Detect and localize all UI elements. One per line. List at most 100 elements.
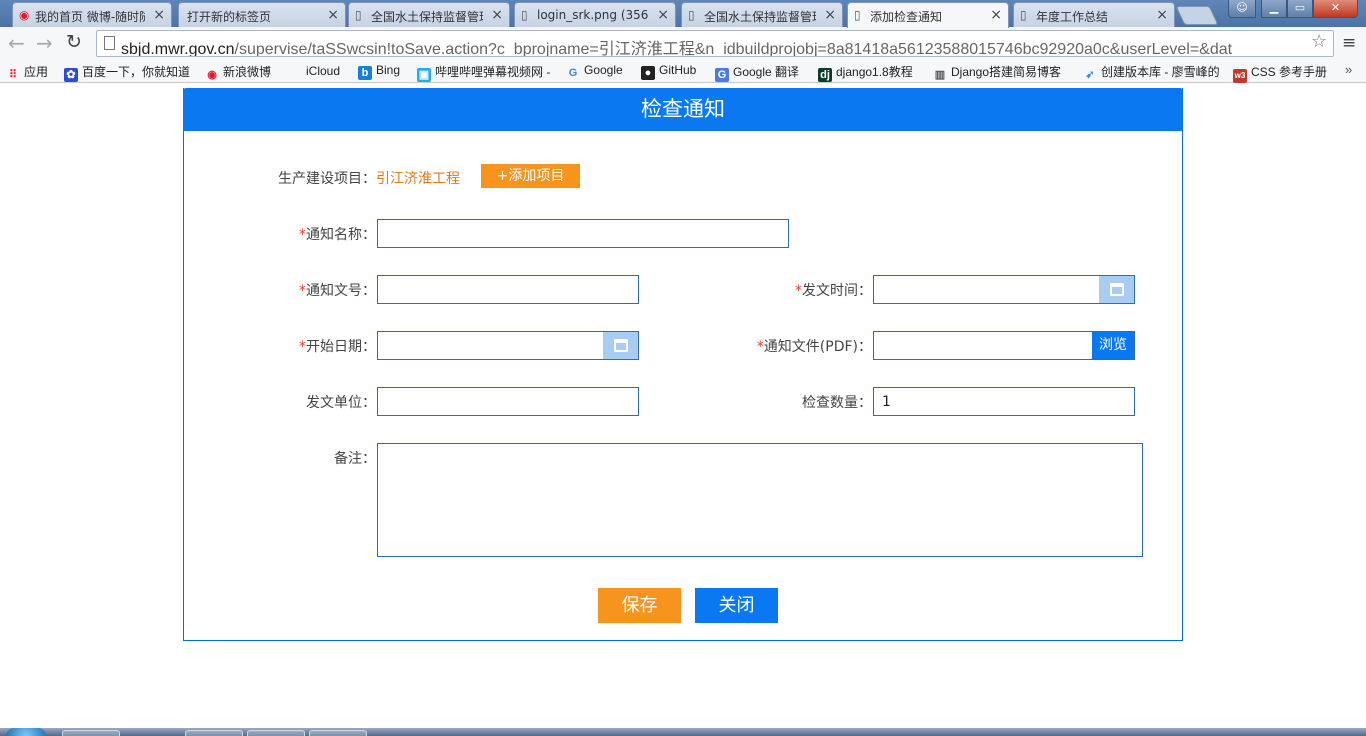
bookmark-item[interactable]: ◉ 新浪微博	[205, 63, 271, 82]
bookmark-label: Bing	[376, 63, 401, 77]
taskbar-item[interactable]	[185, 730, 243, 736]
taskbar-item[interactable]	[62, 730, 120, 736]
calendar-icon[interactable]	[603, 332, 638, 359]
label-text: 开始日期：	[306, 339, 376, 355]
browser-tab[interactable]: ▯ 全国水土保持监督管理 ×	[348, 2, 510, 27]
bookmark-item[interactable]: w3 CSS 参考手册	[1233, 63, 1327, 83]
bookmark-item[interactable]: ➶ 创建版本库 - 廖雪峰的	[1083, 63, 1223, 82]
bookmark-item[interactable]: ⠿ 应用	[6, 63, 48, 82]
remarks-textarea[interactable]	[377, 443, 1143, 557]
close-icon[interactable]: ×	[990, 7, 1002, 23]
bookmark-item[interactable]: ✿ 百度一下，你就知道	[64, 63, 190, 82]
w3school-icon: w3	[1233, 69, 1247, 83]
bilibili-icon: ▣	[417, 68, 431, 82]
browser-tab[interactable]: ▯ login_srk.png (356× ×	[514, 2, 676, 27]
issuing-unit-input[interactable]	[377, 387, 639, 416]
bookmark-item[interactable]: iCloud	[288, 63, 340, 78]
start-date-label: *开始日期：	[240, 336, 376, 356]
close-icon[interactable]: ×	[657, 7, 669, 23]
notice-file-label: *通知文件(PDF)：	[700, 336, 872, 356]
notice-number-input[interactable]	[377, 275, 639, 304]
tab-title: 全国水土保持监督管理	[371, 10, 483, 24]
taskbar-item[interactable]	[309, 730, 367, 736]
weibo-icon: ◉	[207, 69, 217, 81]
add-project-button[interactable]: +添加项目	[481, 164, 580, 188]
notice-name-input[interactable]	[377, 219, 789, 248]
label-text: 发文时间：	[802, 283, 872, 299]
close-button[interactable]: 关闭	[695, 588, 778, 623]
page-icon: ▯	[521, 8, 528, 22]
close-icon[interactable]: ×	[327, 7, 339, 23]
book-icon: ▥	[934, 69, 946, 81]
browser-tab-active[interactable]: ▯ 添加检查通知 ×	[847, 2, 1009, 28]
tab-title: login_srk.png (356×	[537, 8, 649, 22]
browse-button[interactable]: 浏览	[1092, 332, 1134, 359]
bookmark-label: django1.8教程	[836, 65, 913, 79]
notice-number-label: *通知文号：	[240, 280, 376, 300]
bookmark-label: GitHub	[659, 63, 697, 77]
bookmarks-bar: ⠿ 应用 ✿ 百度一下，你就知道 ◉ 新浪微博 iCloud b Bing ▣ 哔哩哔哩弹…	[0, 60, 1366, 83]
apple-icon	[288, 63, 302, 77]
required-mark: *	[756, 339, 764, 355]
bookmark-star-icon[interactable]: ☆	[1311, 31, 1327, 52]
page-icon: ▯	[355, 8, 362, 22]
issuing-unit-label: 发文单位：	[306, 395, 376, 411]
tab-title: 添加检查通知	[870, 10, 943, 24]
maximize-icon[interactable]: ▭	[1287, 0, 1313, 18]
rocket-icon: ➶	[1085, 69, 1095, 81]
close-icon[interactable]: ×	[153, 7, 165, 23]
menu-icon[interactable]: ≡	[1342, 33, 1356, 53]
more-bookmarks-icon[interactable]: »	[1345, 62, 1352, 77]
required-mark: *	[795, 283, 802, 299]
browser-tab[interactable]: ▯ 年度工作总结 ×	[1013, 2, 1175, 27]
close-icon[interactable]: ×	[824, 7, 836, 23]
project-label: 生产建设项目：	[278, 171, 376, 187]
page-icon: ▯	[688, 8, 695, 22]
remarks-label: 备注：	[334, 451, 376, 467]
label-text: 通知文号：	[306, 283, 376, 299]
bookmark-item[interactable]: G Google 翻译	[715, 63, 799, 82]
back-arrow-icon[interactable]: ←	[8, 33, 25, 53]
browser-tab[interactable]: ◉ 我的首页 微博-随时随 ×	[12, 2, 172, 27]
weibo-icon: ◉	[19, 8, 30, 22]
reload-icon[interactable]: ↻	[66, 32, 82, 52]
bookmark-item[interactable]: ▥ Django搭建简易博客	[933, 63, 1073, 82]
bookmark-label: Google	[584, 63, 623, 77]
tab-title: 打开新的标签页	[187, 10, 272, 24]
start-button-icon[interactable]	[6, 728, 46, 736]
apps-grid-icon: ⠿	[8, 69, 18, 81]
user-profile-icon[interactable]: ☺	[1228, 0, 1256, 18]
window-close-icon[interactable]: ✕	[1313, 0, 1358, 18]
notice-name-label: *通知名称：	[240, 224, 376, 244]
check-count-input[interactable]: 1	[873, 387, 1135, 416]
issue-time-label: *发文时间：	[700, 280, 872, 300]
save-button[interactable]: 保存	[598, 588, 681, 623]
tab-title: 全国水土保持监督管理	[704, 10, 816, 24]
bookmark-item[interactable]: ▣ 哔哩哔哩弹幕视频网 -	[417, 63, 550, 82]
close-icon[interactable]: ×	[1156, 7, 1168, 23]
bookmark-item[interactable]: b Bing	[358, 63, 400, 80]
bookmark-label: CSS 参考手册	[1251, 65, 1328, 79]
url-path: /supervise/taSSwcsin!toSave.action?c_bpr…	[234, 41, 1233, 57]
browser-tab[interactable]: ▯ 全国水土保持监督管理 ×	[681, 2, 843, 27]
bookmark-label: iCloud	[306, 64, 341, 78]
calendar-icon[interactable]	[1099, 276, 1134, 303]
page-icon	[104, 36, 115, 50]
close-icon[interactable]: ×	[491, 7, 503, 23]
issue-time-input[interactable]	[873, 275, 1135, 304]
bookmark-label: Django搭建简易博客	[951, 65, 1062, 79]
taskbar-item[interactable]	[247, 730, 305, 736]
bookmark-item[interactable]: ● GitHub	[641, 63, 696, 80]
google-translate-icon: G	[715, 68, 729, 82]
browser-tab[interactable]: 打开新的标签页 ×	[178, 2, 346, 27]
address-bar[interactable]: sbjd.mwr.gov.cn/supervise/taSSwcsin!toSa…	[96, 30, 1334, 57]
forward-arrow-icon[interactable]: →	[36, 33, 53, 53]
bookmark-item[interactable]: G Google	[566, 63, 623, 80]
page-icon: ▯	[854, 8, 861, 22]
required-mark: *	[299, 339, 306, 355]
notice-file-input[interactable]: 浏览	[873, 331, 1135, 360]
bookmark-item[interactable]: dj django1.8教程	[818, 63, 913, 82]
google-icon: G	[568, 67, 578, 79]
minimize-icon[interactable]: ▁	[1261, 0, 1287, 18]
start-date-input[interactable]	[377, 331, 639, 360]
